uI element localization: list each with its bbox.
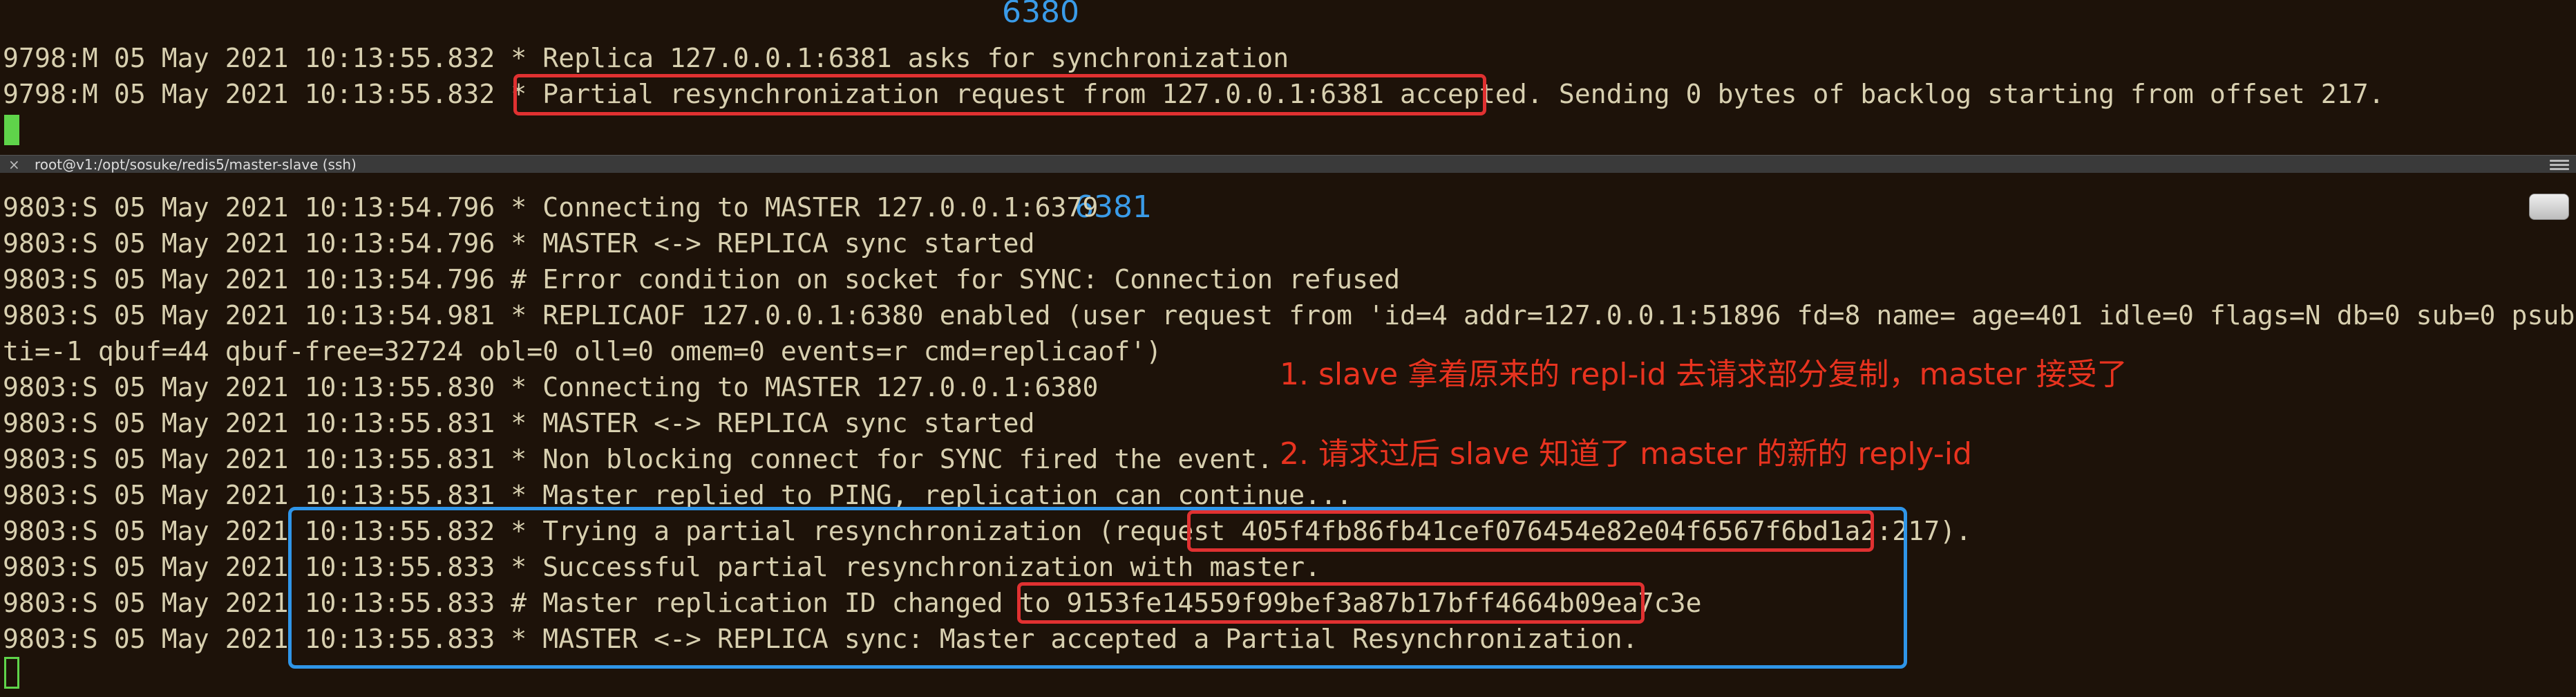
annotation-note-1: 1. slave 拿着原来的 repl-id 去请求部分复制，master 接受…: [1280, 357, 2128, 392]
log-line: 9803:S 05 May 2021 10:13:55.830 * Connec…: [3, 372, 1099, 402]
terminal-cursor: [4, 657, 19, 689]
log-line: 9798:M 05 May 2021 10:13:55.832 * Replic…: [3, 43, 1289, 73]
menu-icon[interactable]: [2550, 158, 2569, 171]
annotation-note-2: 2. 请求过后 slave 知道了 master 的新的 reply-id: [1280, 436, 1972, 472]
tab-title[interactable]: root@v1:/opt/sosuke/redis5/master-slave …: [35, 157, 357, 172]
scroll-indicator-icon[interactable]: [2529, 194, 2569, 220]
highlight-new-repl-id-box: [1017, 582, 1645, 624]
highlight-request-id-box: [1187, 510, 1874, 552]
terminal-tab-bar: × root@v1:/opt/sosuke/redis5/master-slav…: [0, 155, 2576, 174]
terminal-cursor: [4, 115, 19, 145]
close-icon[interactable]: ×: [8, 156, 20, 173]
log-line: 9803:S 05 May 2021 10:13:54.796 * MASTER…: [3, 228, 1035, 259]
log-line: ti=-1 qbuf=44 qbuf-free=32724 obl=0 oll=…: [3, 336, 1162, 366]
port-label-6380: 6380: [1002, 0, 1079, 30]
log-line: 9803:S 05 May 2021 10:13:55.831 * Non bl…: [3, 444, 1273, 474]
log-line: 9803:S 05 May 2021 10:13:55.831 * MASTER…: [3, 408, 1035, 438]
log-line: 9803:S 05 May 2021 10:13:54.796 # Error …: [3, 264, 1401, 295]
log-line: 9803:S 05 May 2021 10:13:54.981 * REPLIC…: [3, 300, 2576, 331]
log-line: 9803:S 05 May 2021 10:13:54.796 * Connec…: [3, 192, 1099, 223]
highlight-accepted-box: [513, 74, 1486, 115]
